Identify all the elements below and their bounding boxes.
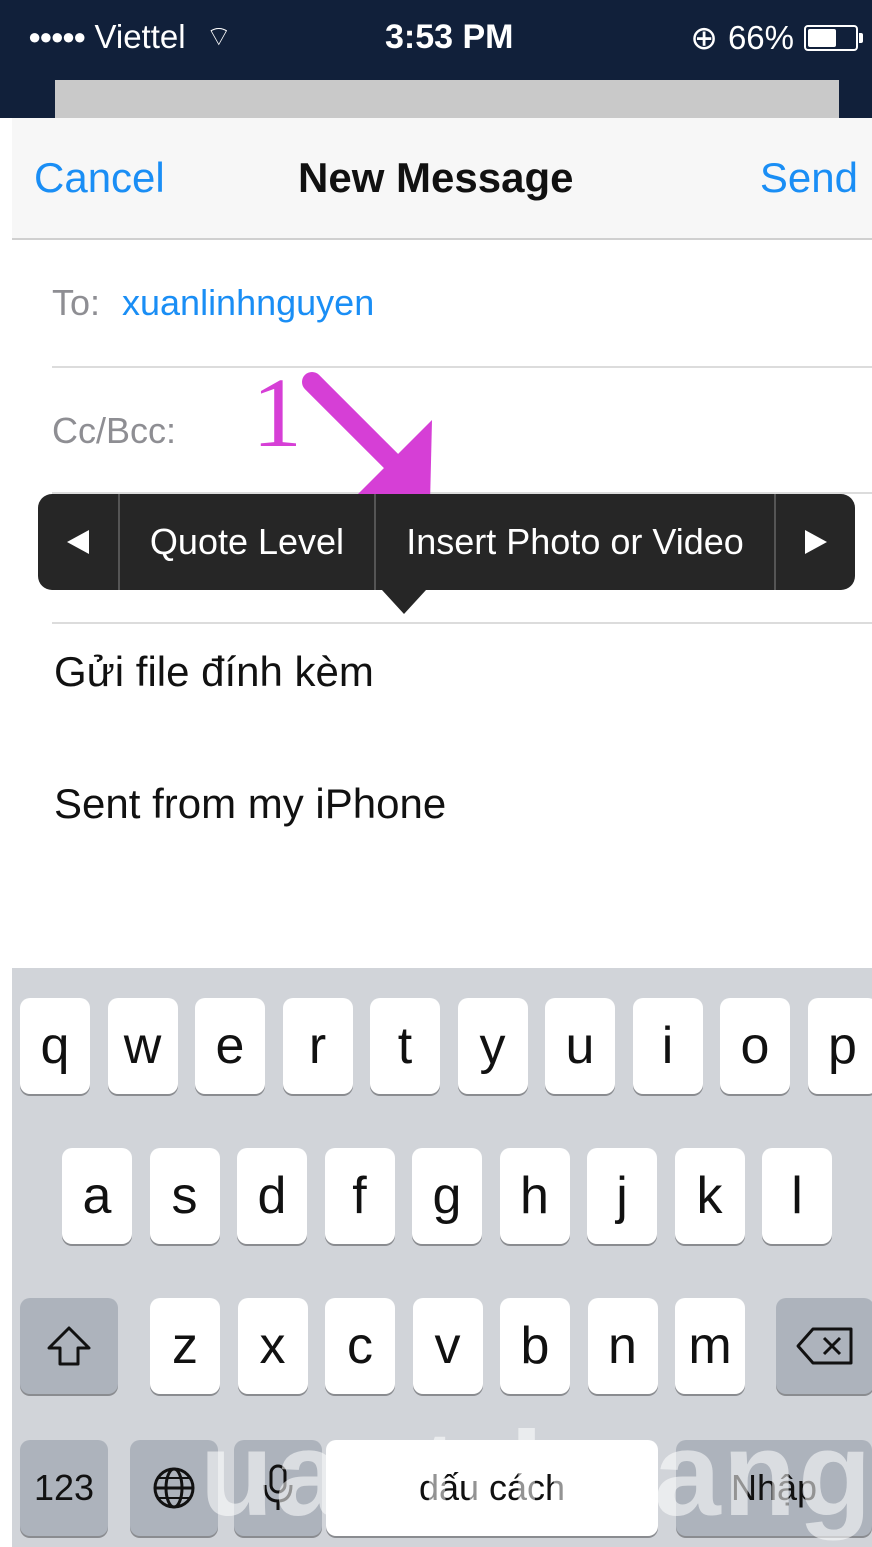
page-title: New Message: [298, 154, 574, 201]
key-s[interactable]: s: [149, 1148, 220, 1244]
key-t[interactable]: t: [370, 998, 440, 1094]
key-k[interactable]: k: [674, 1148, 745, 1244]
key-m[interactable]: m: [675, 1298, 745, 1394]
key-u[interactable]: u: [545, 998, 615, 1094]
key-c[interactable]: c: [325, 1298, 395, 1394]
key-f[interactable]: f: [324, 1148, 395, 1244]
status-bar: ●●●●● Viettel ⌔ 3:53 PM ⊕ 66%: [0, 0, 872, 118]
key-j[interactable]: j: [587, 1148, 657, 1244]
sheet-peek: [55, 80, 839, 118]
wifi-icon: ⌔: [205, 20, 232, 52]
microphone-icon: [263, 1464, 293, 1510]
carrier-name: Viettel: [94, 18, 186, 55]
key-p[interactable]: p: [807, 998, 872, 1094]
key-r[interactable]: r: [282, 998, 353, 1094]
left-triangle-icon: [67, 530, 89, 554]
cc-bcc-label: Cc/Bcc:: [52, 410, 177, 451]
to-field[interactable]: To: xuanlinhnguyen: [52, 240, 872, 368]
status-time: 3:53 PM: [385, 18, 514, 56]
insert-photo-video-button[interactable]: Insert Photo or Video: [376, 494, 776, 590]
key-e[interactable]: e: [195, 998, 265, 1094]
key-a[interactable]: a: [62, 1148, 132, 1244]
key-y[interactable]: y: [457, 998, 528, 1094]
battery-fill: [808, 28, 836, 47]
right-triangle-icon: [804, 530, 827, 554]
cancel-button[interactable]: Cancel: [34, 154, 165, 202]
quote-level-button[interactable]: Quote Level: [120, 494, 376, 590]
carrier-group: ●●●●● Viettel ⌔: [28, 18, 232, 56]
delete-icon: [796, 1327, 853, 1365]
annotation-arrow-icon: [302, 372, 432, 504]
space-key[interactable]: dấu cách: [326, 1440, 658, 1536]
signal-dots-icon: ●●●●●: [28, 24, 86, 49]
key-w[interactable]: w: [107, 998, 178, 1094]
key-x[interactable]: x: [237, 1298, 308, 1394]
battery-group: ⊕ 66%: [690, 18, 863, 57]
key-d[interactable]: d: [237, 1148, 307, 1244]
key-o[interactable]: o: [720, 998, 790, 1094]
keyboard: qwertyuiop asdfghjkl zxcvbnm 123 dấu các…: [12, 968, 872, 1547]
to-label: To:: [52, 282, 101, 323]
globe-icon: [153, 1467, 195, 1509]
recipient-token[interactable]: xuanlinhnguyen: [122, 282, 374, 324]
key-z[interactable]: z: [150, 1298, 220, 1394]
return-key[interactable]: Nhập: [676, 1440, 872, 1536]
callout-next-button[interactable]: [776, 494, 855, 590]
shift-key[interactable]: [20, 1298, 118, 1394]
key-v[interactable]: v: [412, 1298, 483, 1394]
compose-nav-bar: Cancel New Message Send: [12, 118, 872, 240]
battery-percent: 66%: [727, 18, 794, 56]
cc-bcc-field[interactable]: Cc/Bcc:: [52, 368, 872, 494]
battery-icon: [804, 24, 863, 51]
dictation-key[interactable]: [234, 1440, 322, 1536]
key-n[interactable]: n: [587, 1298, 658, 1394]
send-button[interactable]: Send: [760, 154, 858, 202]
key-l[interactable]: l: [762, 1148, 832, 1244]
field-divider: [52, 622, 872, 624]
key-i[interactable]: i: [632, 998, 703, 1094]
key-h[interactable]: h: [499, 1148, 570, 1244]
numbers-key[interactable]: 123: [20, 1440, 108, 1536]
key-g[interactable]: g: [412, 1148, 482, 1244]
rotation-lock-icon: ⊕: [690, 19, 718, 56]
callout-previous-button[interactable]: [38, 494, 120, 590]
signature-text[interactable]: Sent from my iPhone: [54, 780, 446, 828]
key-b[interactable]: b: [500, 1298, 570, 1394]
globe-key[interactable]: [130, 1440, 218, 1536]
key-q[interactable]: q: [20, 998, 90, 1094]
callout-pointer: [382, 590, 426, 614]
message-body-text[interactable]: Gửi file đính kèm: [54, 648, 374, 696]
backspace-key[interactable]: [776, 1298, 872, 1394]
shift-icon: [47, 1326, 91, 1366]
edit-callout-menu: Quote Level Insert Photo or Video: [38, 494, 855, 590]
